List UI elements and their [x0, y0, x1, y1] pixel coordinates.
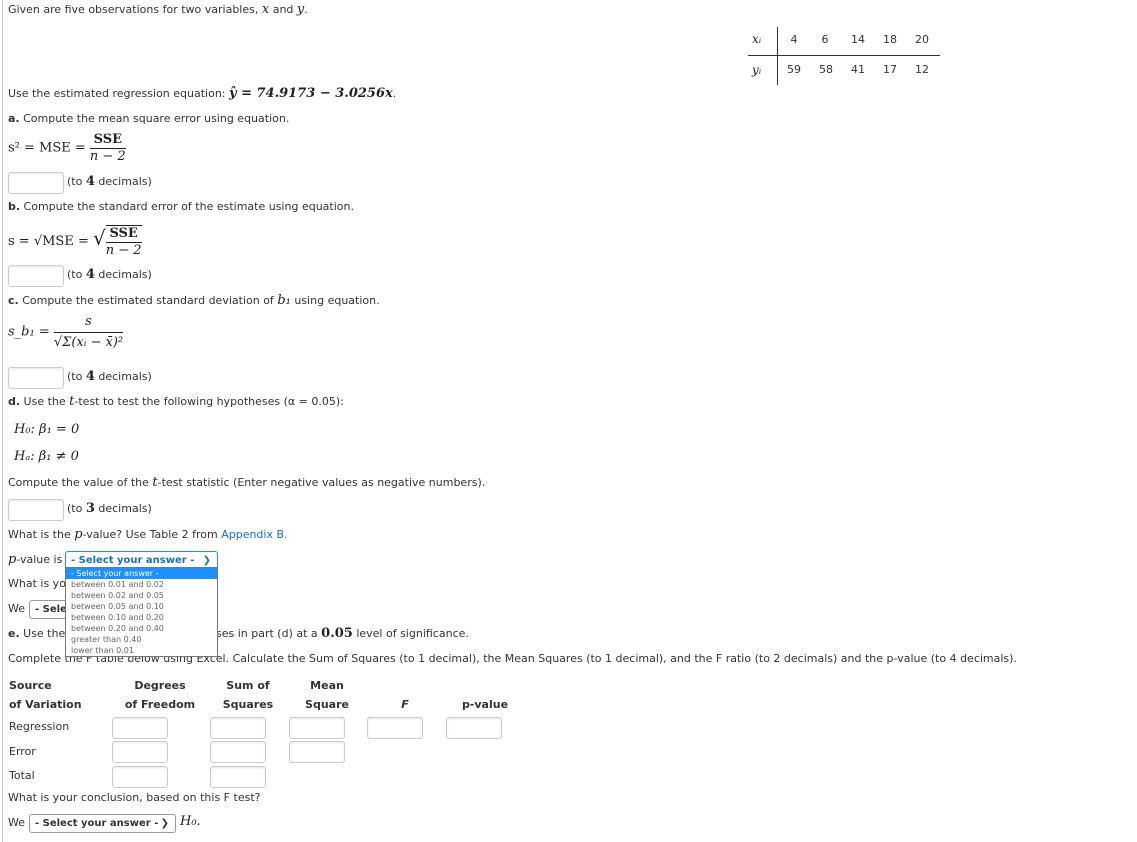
null-hypothesis: H₀: β₁ = 0	[14, 422, 80, 437]
regression-ms-input[interactable]	[289, 717, 345, 739]
appendix-link[interactable]: Appendix B.	[221, 528, 287, 541]
we-label: We	[8, 602, 25, 615]
pvalue-option[interactable]: between 0.01 and 0.02	[66, 579, 217, 590]
x-value: 14	[851, 33, 865, 46]
t-stat-input[interactable]	[8, 499, 64, 521]
t-stat-hint: (to 3 decimals)	[67, 501, 152, 516]
we-label: We	[8, 816, 25, 829]
error-ss-input[interactable]	[210, 741, 266, 763]
t-compute-text: Compute the value of the t-test statisti…	[8, 475, 486, 490]
se-hint: (to 4 decimals)	[67, 267, 152, 282]
header-ss: Sum of	[226, 679, 270, 692]
y-value: 12	[915, 63, 929, 76]
part-a-label: a. Compute the mean square error using e…	[8, 112, 290, 125]
pvalue-question: What is the p-value? Use Table 2 from Ap…	[8, 527, 288, 542]
f-conclusion-select[interactable]: - Select your answer - ❯	[29, 814, 176, 833]
mse-input[interactable]	[8, 172, 64, 194]
pvalue-dropdown-list: - Select your answer - between 0.01 and …	[65, 567, 218, 657]
x-value: 20	[915, 33, 929, 46]
y-value: 58	[819, 63, 833, 76]
se-input[interactable]	[8, 265, 64, 287]
mse-formula: s² = MSE = SSE n − 2	[8, 132, 126, 164]
pvalue-label: p-value is	[8, 552, 63, 567]
x-value: 6	[821, 33, 829, 46]
left-border	[2, 0, 3, 842]
pvalue-option[interactable]: between 0.10 and 0.20	[66, 612, 217, 623]
pvalue-option[interactable]: lower than 0.01	[66, 645, 217, 656]
regression-ss-input[interactable]	[210, 717, 266, 739]
error-df-input[interactable]	[112, 741, 168, 763]
intro-text: Given are five observations for two vari…	[8, 2, 308, 17]
mse-hint: (to 4 decimals)	[67, 174, 152, 189]
header-ms: Square	[305, 698, 349, 711]
pvalue-option[interactable]: between 0.05 and 0.10	[66, 601, 217, 612]
pvalue-option[interactable]: between 0.02 and 0.05	[66, 590, 217, 601]
part-d-label: d. Use the t-test to test the following …	[8, 394, 344, 409]
sb1-formula: s_b₁ = s √Σ(xᵢ − x̄)²	[8, 314, 124, 350]
f-input[interactable]	[367, 717, 423, 739]
header-f: F	[401, 698, 409, 711]
y-label: yᵢ	[752, 63, 762, 77]
y-value: 17	[883, 63, 897, 76]
part-e-text: ses in part (d) at a 0.05 level of signi…	[216, 626, 469, 641]
conclusion-question-partial: What is yo	[8, 577, 66, 590]
y-value: 59	[787, 63, 801, 76]
x-label: xᵢ	[752, 32, 762, 46]
chevron-down-icon: ❯	[160, 818, 169, 829]
total-df-input[interactable]	[112, 766, 168, 788]
alt-hypothesis: Hₐ: β₁ ≠ 0	[14, 449, 79, 464]
sb1-hint: (to 4 decimals)	[67, 369, 152, 384]
header-ss: Squares	[222, 698, 274, 711]
part-b-label: b. Compute the standard error of the est…	[8, 200, 354, 213]
pvalue-option[interactable]: between 0.20 and 0.40	[66, 623, 217, 634]
row-label-total: Total	[9, 769, 35, 782]
row-label-error: Error	[9, 745, 36, 758]
header-df: of Freedom	[124, 698, 196, 711]
regression-df-input[interactable]	[112, 717, 168, 739]
header-source: Source	[9, 679, 52, 692]
pvalue-option[interactable]: greater than 0.40	[66, 634, 217, 645]
se-formula: s = √MSE = √ SSE n − 2	[8, 225, 142, 258]
row-label-regression: Regression	[9, 720, 70, 733]
header-pvalue: p-value	[461, 698, 509, 711]
pvalue-option[interactable]: - Select your answer -	[66, 568, 217, 579]
f-pvalue-input[interactable]	[446, 717, 502, 739]
x-value: 18	[883, 33, 897, 46]
f-conclusion-question: What is your conclusion, based on this F…	[8, 791, 261, 804]
sb1-input[interactable]	[8, 367, 64, 389]
y-value: 41	[851, 63, 865, 76]
part-e-label: e. Use the	[8, 627, 66, 640]
header-df: Degrees	[134, 679, 186, 692]
h0-label: H₀.	[180, 814, 201, 829]
part-c-label: c. Compute the estimated standard deviat…	[8, 293, 380, 308]
x-value: 4	[790, 33, 798, 46]
header-ms: Mean	[310, 679, 344, 692]
regression-equation: Use the estimated regression equation: ŷ…	[8, 86, 397, 101]
total-ss-input[interactable]	[210, 766, 266, 788]
error-ms-input[interactable]	[289, 741, 345, 763]
header-source: of Variation	[9, 698, 82, 711]
